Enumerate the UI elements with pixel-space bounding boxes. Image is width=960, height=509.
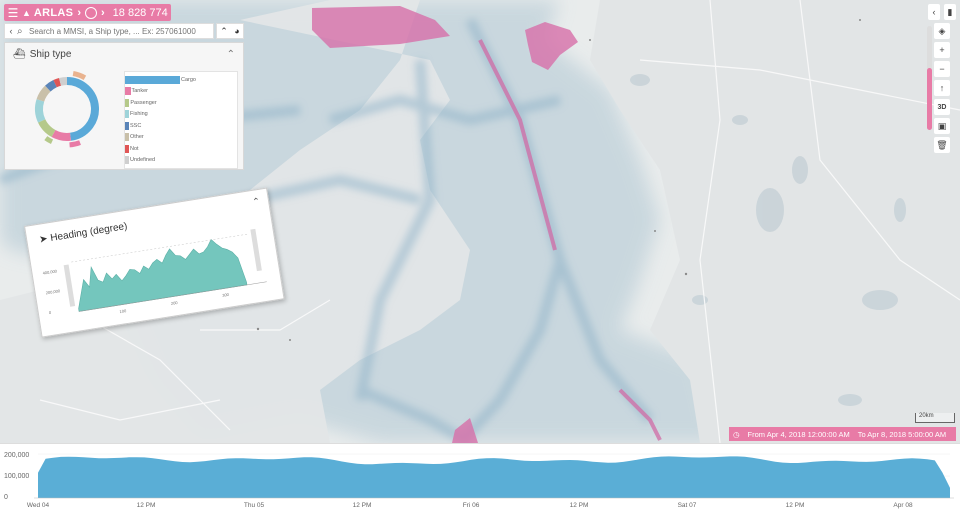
donut-outer-slice[interactable] [44, 136, 54, 145]
donut-slice[interactable] [38, 118, 56, 138]
range-handle-right[interactable] [250, 228, 262, 272]
basemap-icon[interactable]: ▣ [934, 118, 950, 134]
legend-bar [125, 98, 130, 107]
timer-icon[interactable] [84, 6, 97, 19]
legend-item[interactable]: Tanker [125, 86, 237, 98]
timeline-x-tick: 12 PM [786, 502, 805, 509]
donut-outer-slice[interactable] [72, 71, 87, 80]
legend-label: Other [130, 134, 144, 141]
legend-label: Cargo [181, 76, 196, 83]
menu-icon[interactable]: ☰ [4, 6, 22, 20]
chevron-left-icon[interactable]: ‹ [928, 4, 940, 20]
timeline-x-tick: Thu 05 [244, 502, 265, 509]
range-handle-left[interactable] [63, 264, 76, 307]
legend-item[interactable]: Not [125, 143, 237, 155]
time-range-badge[interactable]: ◷ From Apr 4, 2018 12:00:00 AM To Apr 8,… [729, 427, 956, 441]
donut-slice[interactable] [51, 129, 72, 141]
search-tools: ⌃ ◕ [216, 23, 244, 39]
legend-label: Undefined [130, 157, 156, 164]
donut-slice[interactable] [36, 85, 51, 102]
legend-item[interactable]: Undefined [125, 155, 237, 167]
compass-icon[interactable]: ↑ [934, 80, 950, 96]
zoom-slider[interactable] [927, 26, 932, 130]
top-bar: ☰ ▲ ARLAS › › 18 828 774 [4, 4, 171, 21]
legend-item[interactable]: Passenger [125, 97, 237, 109]
legend-label: Not [130, 145, 139, 152]
heading-area [78, 239, 248, 312]
chevron-left-icon[interactable]: ‹ [5, 26, 17, 36]
legend-bar [125, 133, 129, 142]
legend-label: Tanker [131, 88, 149, 95]
bookmark-icon[interactable]: ▮ [944, 4, 956, 20]
heading-y-tick: 0 [48, 310, 52, 315]
legend-bar [125, 75, 180, 84]
legend-label: Fishing [130, 111, 148, 118]
pie-chart-icon[interactable]: ◕ [234, 26, 239, 36]
timeline-y-tick: 0 [4, 494, 8, 501]
collapse-icon[interactable]: ⌃ [252, 196, 261, 208]
donut-outer-slice[interactable] [69, 140, 81, 148]
timeline-x-tick: Sat 07 [678, 502, 697, 509]
legend-label: Passenger [130, 99, 157, 106]
arlas-logo-icon: ▲ [22, 7, 31, 18]
search-icon: ⌕ [17, 25, 23, 37]
time-from: From Apr 4, 2018 12:00:00 AM [747, 429, 850, 439]
chevron-right-icon: › [77, 6, 81, 19]
zoom-in-icon[interactable]: + [934, 42, 950, 58]
navigation-arrow-icon: ➤ [38, 233, 49, 246]
legend-item[interactable]: SSC [125, 120, 237, 132]
timeline-x-tick: 12 PM [570, 502, 589, 509]
timeline-y-tick: 100,000 [4, 473, 29, 480]
trash-icon[interactable]: 🗑 [934, 137, 950, 153]
timeline-x-tick: Fri 06 [463, 502, 480, 509]
ship-type-title: Ship type [29, 48, 72, 60]
legend-bar [125, 87, 131, 96]
legend-bar [125, 110, 129, 119]
ship-type-legend: Cargo Tanker Passenger Fishing SSC Other Not Un… [124, 71, 238, 169]
chevron-right-icon: › [100, 6, 105, 19]
ship-icon: ⛴ [13, 48, 26, 60]
search-input[interactable] [29, 26, 209, 36]
legend-item[interactable]: Fishing [125, 109, 237, 121]
map-controls: ‹ ▮ ◈ + − ↑ 3D ▣ 🗑 [927, 4, 956, 156]
timeline-y-tick: 200,000 [4, 452, 29, 459]
heading-y-tick: 400,000 [42, 268, 58, 275]
timeline-x-tick: 12 PM [137, 502, 156, 509]
search-bar: ‹ ⌕ [4, 23, 214, 39]
donut-slice[interactable] [59, 77, 68, 86]
legend-bar [125, 156, 129, 165]
ship-type-panel: ⛴ Ship type ⌃ Cargo Tanker Passenger Fishin… [4, 42, 244, 170]
chevron-up-icon[interactable]: ⌃ [220, 26, 228, 37]
layers-icon[interactable]: ◈ [934, 23, 950, 39]
legend-bar [125, 144, 129, 153]
clock-icon: ◷ [733, 429, 740, 439]
legend-bar [125, 121, 129, 130]
heading-x-tick: 200 [171, 300, 179, 306]
time-to: To Apr 8, 2018 5:00:00 AM [857, 429, 947, 439]
legend-item[interactable]: Cargo [125, 74, 237, 86]
collapse-icon[interactable]: ⌃ [227, 49, 235, 60]
timeline-x-tick: Apr 08 [893, 502, 913, 509]
legend-item[interactable]: Other [125, 132, 237, 144]
donut-slice[interactable] [35, 99, 46, 123]
timeline[interactable]: 200,000 100,000 0 Wed 04 12 PM Thu 05 12 PM Fri… [0, 443, 960, 509]
heading-x-tick: 300 [222, 292, 230, 298]
donut-slice[interactable] [45, 80, 57, 92]
ship-type-donut[interactable] [29, 69, 105, 149]
result-count: 18 828 774 [112, 6, 168, 19]
heading-x-tick: 100 [119, 308, 127, 314]
timeline-x-tick: 12 PM [353, 502, 372, 509]
legend-label: SSC [130, 122, 142, 129]
donut-slice[interactable] [53, 78, 62, 88]
donut-slice[interactable] [66, 77, 99, 141]
heading-y-tick: 200,000 [45, 288, 61, 295]
zoom-out-icon[interactable]: − [934, 61, 950, 77]
3d-button[interactable]: 3D [934, 99, 950, 115]
timeline-chart[interactable]: 200,000 100,000 0 Wed 04 12 PM Thu 05 12 PM Fri… [0, 444, 960, 509]
timeline-area[interactable] [38, 456, 950, 498]
map-scale: 20km [915, 413, 955, 423]
app-brand[interactable]: ARLAS [34, 7, 73, 19]
timeline-x-tick: Wed 04 [27, 502, 50, 509]
